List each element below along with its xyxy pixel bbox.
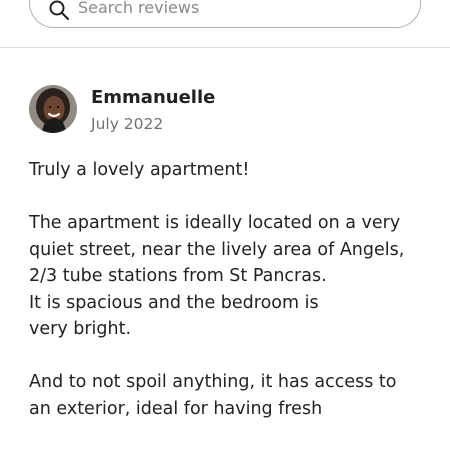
review-line: very bright. bbox=[29, 319, 132, 339]
header-divider bbox=[0, 47, 450, 48]
search-input-placeholder[interactable]: Search reviews bbox=[78, 0, 199, 17]
reviewer-photo bbox=[29, 85, 77, 133]
review-line: The apartment is ideally located on a ve… bbox=[29, 213, 401, 233]
avatar[interactable] bbox=[29, 85, 77, 133]
review-date: July 2022 bbox=[91, 115, 164, 133]
review-line: And to not spoil anything, it has access… bbox=[29, 372, 397, 392]
reviewer-name[interactable]: Emmanuelle bbox=[91, 87, 215, 108]
search-icon bbox=[49, 0, 69, 20]
review-line: quiet street, near the lively area of An… bbox=[29, 239, 405, 260]
review-line: Truly a lovely apartment! bbox=[29, 160, 250, 180]
review-line: It is spacious and the bedroom is bbox=[29, 292, 319, 313]
review-line: 2/3 tube stations from St Pancras. bbox=[29, 266, 327, 286]
review-text: Truly a lovely apartment! The apartment … bbox=[29, 157, 450, 422]
review-screen: Search reviews Emmanuelle July 2022 Trul… bbox=[0, 0, 450, 450]
review-line: an exterior, ideal for having fresh bbox=[29, 398, 323, 419]
search-bar[interactable]: Search reviews bbox=[29, 0, 421, 28]
